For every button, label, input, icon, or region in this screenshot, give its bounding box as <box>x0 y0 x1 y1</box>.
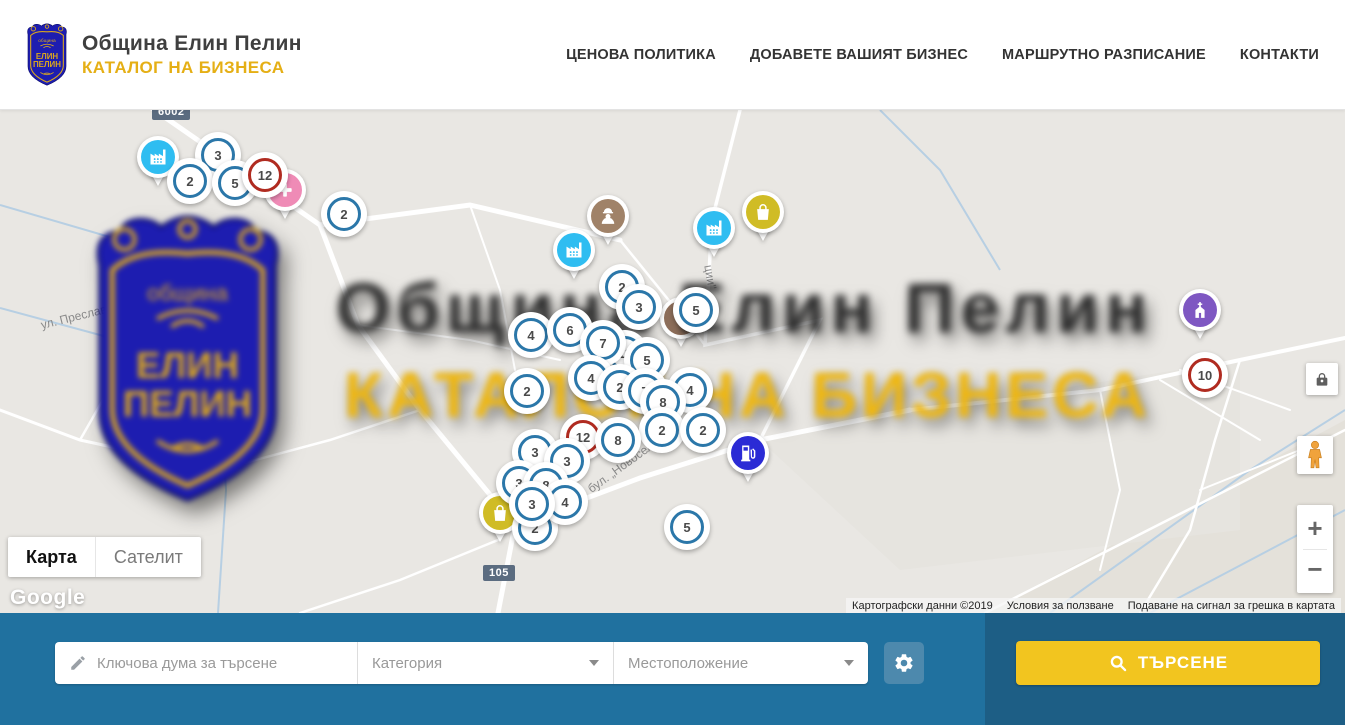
map-cluster[interactable]: 5 <box>673 287 719 333</box>
lock-icon <box>1314 371 1330 387</box>
pegman-icon <box>1304 440 1326 470</box>
map-cluster[interactable]: 10 <box>1182 352 1228 398</box>
location-select[interactable]: Местоположение <box>613 642 868 684</box>
zoom-control: + − <box>1297 505 1333 593</box>
nav-item-pricing[interactable]: ЦЕНОВА ПОЛИТИКА <box>566 47 716 63</box>
cluster-count: 2 <box>327 197 361 231</box>
street-view-pegman[interactable] <box>1297 436 1333 474</box>
zoom-in-button[interactable]: + <box>1297 509 1333 549</box>
map-type-map-button[interactable]: Карта <box>8 537 95 577</box>
attribution-copyright: Картографски данни ©2019 <box>852 600 993 612</box>
cluster-count: 10 <box>1188 358 1222 392</box>
map-pin-bag[interactable] <box>742 191 784 245</box>
map-cluster[interactable]: 3 <box>616 284 662 330</box>
search-fields: Категория Местоположение <box>55 642 868 684</box>
map-pin-fuel[interactable] <box>727 432 769 486</box>
cluster-count: 8 <box>601 423 635 457</box>
cluster-count: 5 <box>679 293 713 327</box>
google-map[interactable]: 6002 105 ул. Преслав бул. „Новоселци" ци… <box>0 110 1345 613</box>
map-pin-factory[interactable] <box>693 207 735 261</box>
map-cluster[interactable]: 12 <box>242 152 288 198</box>
category-select[interactable]: Категория <box>357 642 613 684</box>
cluster-count: 3 <box>515 487 549 521</box>
cluster-count: 4 <box>514 318 548 352</box>
pencil-icon <box>69 654 87 672</box>
nav-item-add-business[interactable]: ДОБАВЕТЕ ВАШИЯТ БИЗНЕС <box>750 47 968 63</box>
map-pin-factory[interactable] <box>553 229 595 283</box>
nav-item-contacts[interactable]: КОНТАКТИ <box>1240 47 1319 63</box>
cluster-count: 3 <box>622 290 656 324</box>
lock-button[interactable] <box>1306 363 1338 395</box>
map-attribution: Картографски данни ©2019 Условия за полз… <box>846 598 1341 613</box>
nav-item-route-schedule[interactable]: МАРШРУТНО РАЗПИСАНИЕ <box>1002 47 1206 63</box>
cluster-count: 5 <box>670 510 704 544</box>
map-cluster[interactable]: 2 <box>639 407 685 453</box>
map-cluster[interactable]: 2 <box>680 407 726 453</box>
gear-icon <box>893 652 915 674</box>
search-button[interactable]: ТЪРСЕНЕ <box>1016 641 1320 685</box>
road-badge-105: 105 <box>483 565 515 581</box>
svg-text:община: община <box>38 37 56 43</box>
header: община ЕЛИН ПЕЛИН Община Елин Пелин КАТА… <box>0 0 1345 110</box>
cluster-count: 2 <box>645 413 679 447</box>
keyword-field[interactable] <box>55 642 357 684</box>
map-cluster[interactable]: 5 <box>664 504 710 550</box>
svg-text:ПЕЛИН: ПЕЛИН <box>33 60 61 69</box>
keyword-input[interactable] <box>97 655 327 672</box>
google-logo[interactable]: Google <box>10 586 85 610</box>
map-type-control: Карта Сателит <box>8 537 201 577</box>
site-subtitle: КАТАЛОГ НА БИЗНЕСА <box>82 58 302 78</box>
site-title: Община Елин Пелин <box>82 32 302 56</box>
attribution-terms-link[interactable]: Условия за ползване <box>1007 600 1114 612</box>
attribution-report-link[interactable]: Подаване на сигнал за грешка в картата <box>1128 600 1335 612</box>
map-cluster[interactable]: 2 <box>504 368 550 414</box>
map-type-satellite-button[interactable]: Сателит <box>95 537 201 577</box>
search-bar: Категория Местоположение ТЪРСЕНЕ <box>0 613 1345 725</box>
main-nav: ЦЕНОВА ПОЛИТИКА ДОБАВЕТЕ ВАШИЯТ БИЗНЕС М… <box>566 47 1319 63</box>
zoom-out-button[interactable]: − <box>1297 549 1333 589</box>
advanced-settings-button[interactable] <box>884 642 924 684</box>
map-cluster[interactable]: 2 <box>167 158 213 204</box>
category-value: Категория <box>372 655 442 672</box>
map-cluster[interactable]: 2 <box>321 191 367 237</box>
search-button-label: ТЪРСЕНЕ <box>1138 653 1228 673</box>
map-cluster[interactable]: 8 <box>595 417 641 463</box>
map-cluster[interactable]: 3 <box>509 481 555 527</box>
svg-text:ЕЛИН: ЕЛИН <box>36 51 59 60</box>
location-value: Местоположение <box>628 655 748 672</box>
search-icon <box>1108 653 1128 673</box>
cluster-count: 2 <box>686 413 720 447</box>
road-badge-6002: 6002 <box>152 110 190 120</box>
chevron-down-icon <box>844 660 854 666</box>
municipality-shield-logo: община ЕЛИН ПЕЛИН <box>22 23 72 87</box>
cluster-count: 12 <box>248 158 282 192</box>
cluster-count: 2 <box>510 374 544 408</box>
map-pin-church[interactable] <box>1179 289 1221 343</box>
chevron-down-icon <box>589 660 599 666</box>
cluster-count: 2 <box>173 164 207 198</box>
site-logo[interactable]: община ЕЛИН ПЕЛИН Община Елин Пелин КАТА… <box>22 23 302 87</box>
